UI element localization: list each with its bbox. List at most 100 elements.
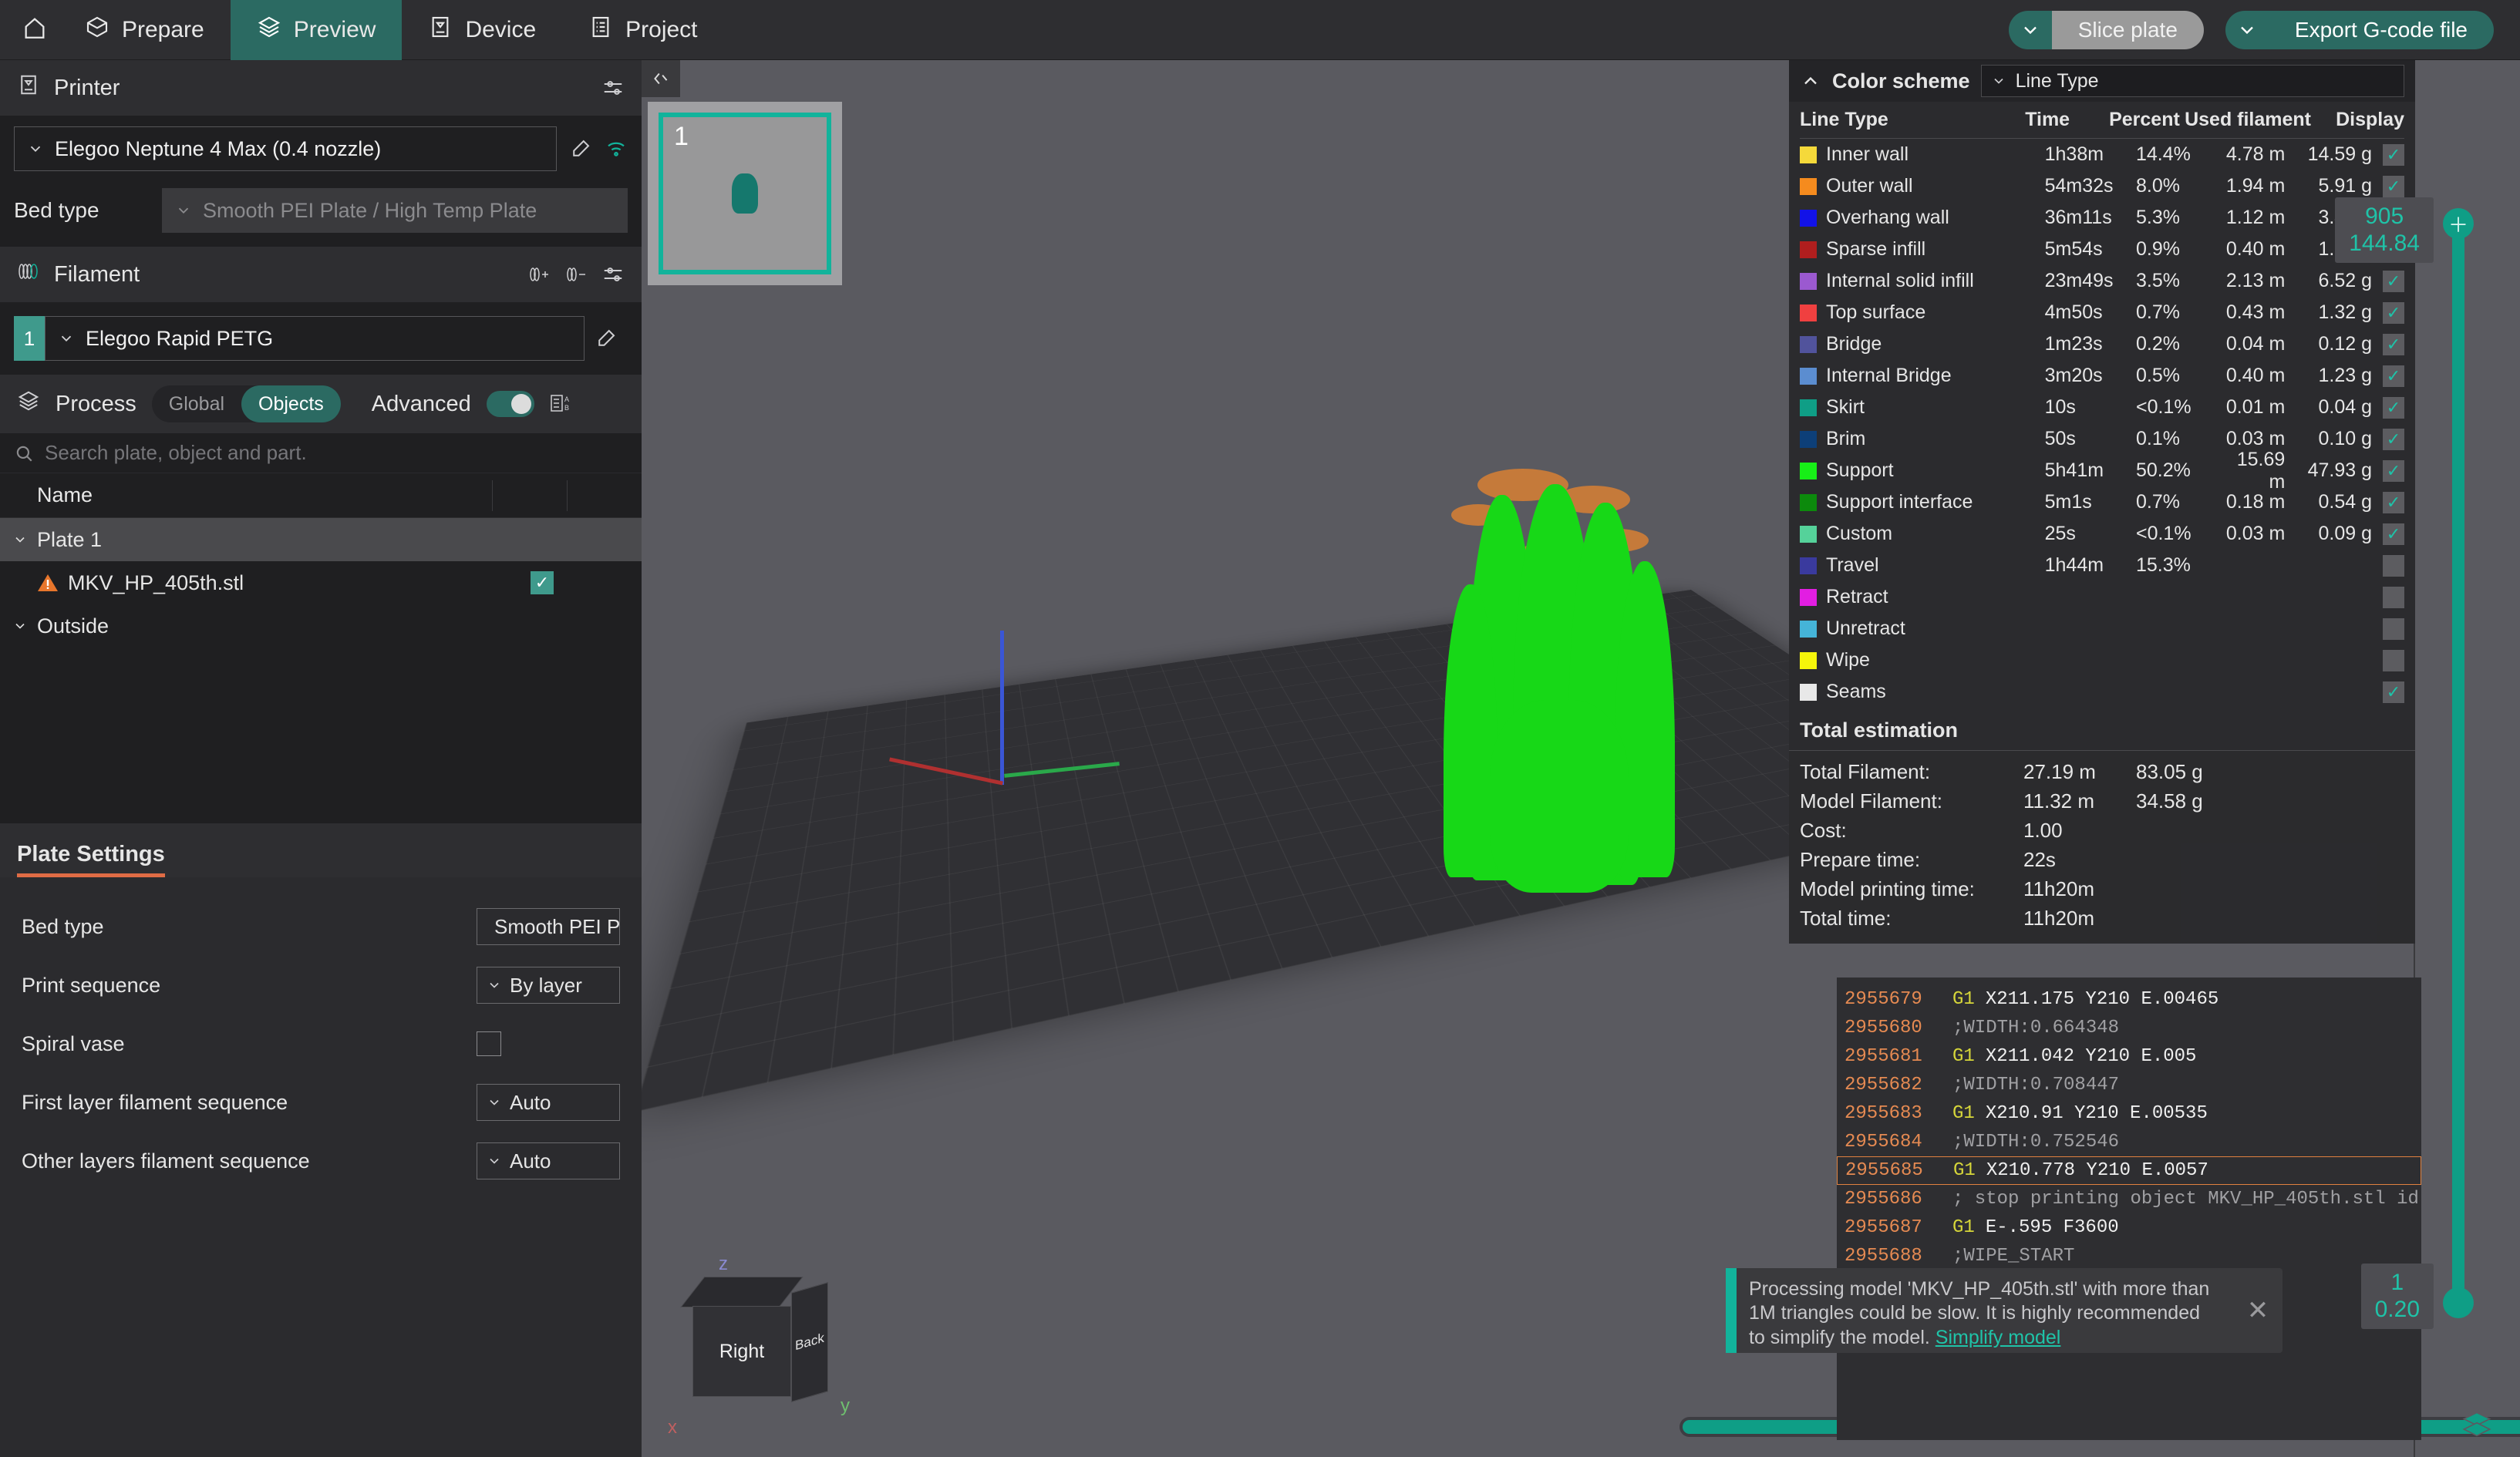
plate-settings-tab[interactable]: Plate Settings xyxy=(17,842,165,877)
display-checkbox[interactable]: ✓ xyxy=(2383,271,2404,292)
tree-row-outside[interactable]: Outside xyxy=(0,604,642,648)
line-type-row[interactable]: Internal solid infill23m49s3.5%2.13 m6.5… xyxy=(1800,265,2404,297)
color-scheme-select[interactable]: Line Type xyxy=(1981,65,2404,97)
plate-setting-label: Other layers filament sequence xyxy=(22,1149,477,1173)
display-checkbox[interactable]: ✓ xyxy=(2383,302,2404,324)
line-type-row[interactable]: Bridge1m23s0.2%0.04 m0.12 g✓ xyxy=(1800,328,2404,360)
display-checkbox[interactable]: ✓ xyxy=(2383,144,2404,166)
gcode-line[interactable]: 2955683G1X210.91 Y210 E.00535 xyxy=(1837,1099,2421,1128)
color-scheme-collapse-button[interactable] xyxy=(1800,70,1821,92)
print-sequence-combo[interactable]: By layer xyxy=(477,967,620,1004)
filament-settings-button[interactable] xyxy=(601,263,625,286)
line-type-row[interactable]: Sparse infill5m54s0.9%0.40 m1.22 g✓ xyxy=(1800,234,2404,265)
gcode-line[interactable]: 2955682;WIDTH:0.708447 xyxy=(1837,1071,2421,1099)
object-visible-checkbox[interactable]: ✓ xyxy=(531,571,554,594)
line-type-row[interactable]: Internal Bridge3m20s0.5%0.40 m1.23 g✓ xyxy=(1800,360,2404,392)
plate-thumbnail-card[interactable]: 1 xyxy=(648,102,842,285)
filament-remove-button[interactable] xyxy=(564,264,588,284)
vertical-slider-bottom-handle[interactable] xyxy=(2443,1287,2474,1318)
other-layers-filament-sequence-combo[interactable]: Auto xyxy=(477,1142,620,1179)
tree-row-object[interactable]: MKV_HP_405th.stl ✓ xyxy=(0,561,642,604)
gcode-line[interactable]: 2955679G1X211.175 Y210 E.00465 xyxy=(1837,985,2421,1014)
display-checkbox[interactable]: ✓ xyxy=(2383,397,2404,419)
export-gcode-button[interactable]: Export G-code file xyxy=(2269,11,2494,49)
line-type-row[interactable]: Wipe✓ xyxy=(1800,644,2404,676)
printer-edit-button[interactable] xyxy=(569,137,592,160)
tab-device[interactable]: Device xyxy=(402,0,562,60)
cube-face-top[interactable] xyxy=(680,1277,803,1307)
line-type-row[interactable]: Support5h41m50.2%15.69 m47.93 g✓ xyxy=(1800,455,2404,486)
sliced-model[interactable] xyxy=(1436,469,1760,900)
gcode-line[interactable]: 2955686; stop printing object MKV_HP_405… xyxy=(1837,1185,2421,1213)
line-type-row[interactable]: Outer wall54m32s8.0%1.94 m5.91 g✓ xyxy=(1800,170,2404,202)
line-type-row[interactable]: Seams✓ xyxy=(1800,676,2404,708)
first-layer-filament-sequence-combo[interactable]: Auto xyxy=(477,1084,620,1121)
tab-preview[interactable]: Preview xyxy=(231,0,403,60)
gcode-line[interactable]: 2955684;WIDTH:0.752546 xyxy=(1837,1128,2421,1156)
filament-add-button[interactable] xyxy=(527,264,551,284)
vertical-layer-slider[interactable]: 905 144.84 ＋ 1 0.20 xyxy=(2443,208,2474,1318)
display-checkbox[interactable]: ✓ xyxy=(2383,587,2404,608)
object-search-bar[interactable] xyxy=(0,433,642,473)
gcode-line[interactable]: 2955687G1E-.595 F3600 xyxy=(1837,1213,2421,1242)
line-type-row[interactable]: Travel1h44m15.3%✓ xyxy=(1800,550,2404,581)
display-checkbox[interactable]: ✓ xyxy=(2383,555,2404,577)
vertical-slider-track[interactable] xyxy=(2452,234,2464,1292)
line-type-row[interactable]: Overhang wall36m11s5.3%1.12 m3.44 g✓ xyxy=(1800,202,2404,234)
gcode-line[interactable]: 2955688;WIPE_START xyxy=(1837,1242,2421,1270)
plate-list-collapse-button[interactable] xyxy=(642,60,680,97)
tab-prepare[interactable]: Prepare xyxy=(59,0,231,60)
filament-select[interactable]: Elegoo Rapid PETG xyxy=(45,316,585,361)
printer-wifi-status[interactable] xyxy=(605,137,628,160)
display-checkbox[interactable]: ✓ xyxy=(2383,618,2404,640)
bed-type-select[interactable]: Smooth PEI Plate / High Temp Plate xyxy=(162,188,628,233)
vertical-slider-top-handle[interactable]: ＋ xyxy=(2443,208,2474,239)
export-gcode-dropdown-button[interactable] xyxy=(2225,11,2269,49)
printer-settings-button[interactable] xyxy=(601,76,625,99)
slice-plate-button[interactable]: Slice plate xyxy=(2052,11,2204,49)
display-checkbox[interactable]: ✓ xyxy=(2383,523,2404,545)
view-mode-layers-button[interactable] xyxy=(2461,1410,2492,1445)
compare-presets-button[interactable]: A B xyxy=(550,392,574,416)
display-checkbox[interactable]: ✓ xyxy=(2383,365,2404,387)
printer-select[interactable]: Elegoo Neptune 4 Max (0.4 nozzle) xyxy=(14,126,557,171)
slice-plate-dropdown-button[interactable] xyxy=(2009,11,2052,49)
display-checkbox[interactable]: ✓ xyxy=(2383,681,2404,703)
filament-index-badge: 1 xyxy=(14,316,45,361)
display-checkbox[interactable]: ✓ xyxy=(2383,334,2404,355)
line-type-row[interactable]: Brim50s0.1%0.03 m0.10 g✓ xyxy=(1800,423,2404,455)
line-type-row[interactable]: Custom25s<0.1%0.03 m0.09 g✓ xyxy=(1800,518,2404,550)
process-scope-global[interactable]: Global xyxy=(152,385,241,422)
display-checkbox[interactable]: ✓ xyxy=(2383,650,2404,671)
tab-project[interactable]: Project xyxy=(562,0,723,60)
cube-face-back[interactable]: Back xyxy=(791,1282,828,1402)
home-button[interactable] xyxy=(11,0,59,59)
spiral-vase-checkbox[interactable] xyxy=(477,1031,501,1056)
bed-type-combo[interactable]: Smooth PEI Pl... xyxy=(477,908,620,945)
gcode-line[interactable]: 2955681G1X211.042 Y210 E.005 xyxy=(1837,1042,2421,1071)
display-checkbox[interactable]: ✓ xyxy=(2383,429,2404,450)
display-checkbox[interactable]: ✓ xyxy=(2383,492,2404,513)
advanced-toggle[interactable] xyxy=(487,391,534,417)
line-type-row[interactable]: Top surface4m50s0.7%0.43 m1.32 g✓ xyxy=(1800,297,2404,328)
gcode-line[interactable]: 2955685G1X210.778 Y210 E.0057 xyxy=(1837,1156,2421,1185)
line-type-row[interactable]: Skirt10s<0.1%0.01 m0.04 g✓ xyxy=(1800,392,2404,423)
cube-face-right[interactable]: Right xyxy=(692,1306,791,1397)
line-type-row[interactable]: Inner wall1h38m14.4%4.78 m14.59 g✓ xyxy=(1800,139,2404,170)
process-scope-objects[interactable]: Objects xyxy=(241,385,341,422)
search-input[interactable] xyxy=(45,441,628,465)
tree-row-plate-1[interactable]: Plate 1 xyxy=(0,518,642,561)
display-checkbox[interactable]: ✓ xyxy=(2383,176,2404,197)
line-type-row[interactable]: Unretract✓ xyxy=(1800,613,2404,644)
line-type-row[interactable]: Support interface5m1s0.7%0.18 m0.54 g✓ xyxy=(1800,486,2404,518)
toast-close-button[interactable]: ✕ xyxy=(2233,1268,2282,1353)
orientation-cube[interactable]: Back Right z x y xyxy=(657,1249,857,1449)
gcode-viewer-panel[interactable]: 2955679G1X211.175 Y210 E.004652955680;WI… xyxy=(1837,978,2421,1440)
gcode-line[interactable]: 2955680;WIDTH:0.664348 xyxy=(1837,1014,2421,1042)
axis-z-line xyxy=(1000,631,1004,785)
line-type-name-cell: Internal solid infill xyxy=(1800,270,2045,292)
toast-simplify-link[interactable]: Simplify model xyxy=(1935,1327,2061,1348)
filament-edit-button[interactable] xyxy=(585,316,628,361)
line-type-row[interactable]: Retract✓ xyxy=(1800,581,2404,613)
display-checkbox[interactable]: ✓ xyxy=(2383,460,2404,482)
